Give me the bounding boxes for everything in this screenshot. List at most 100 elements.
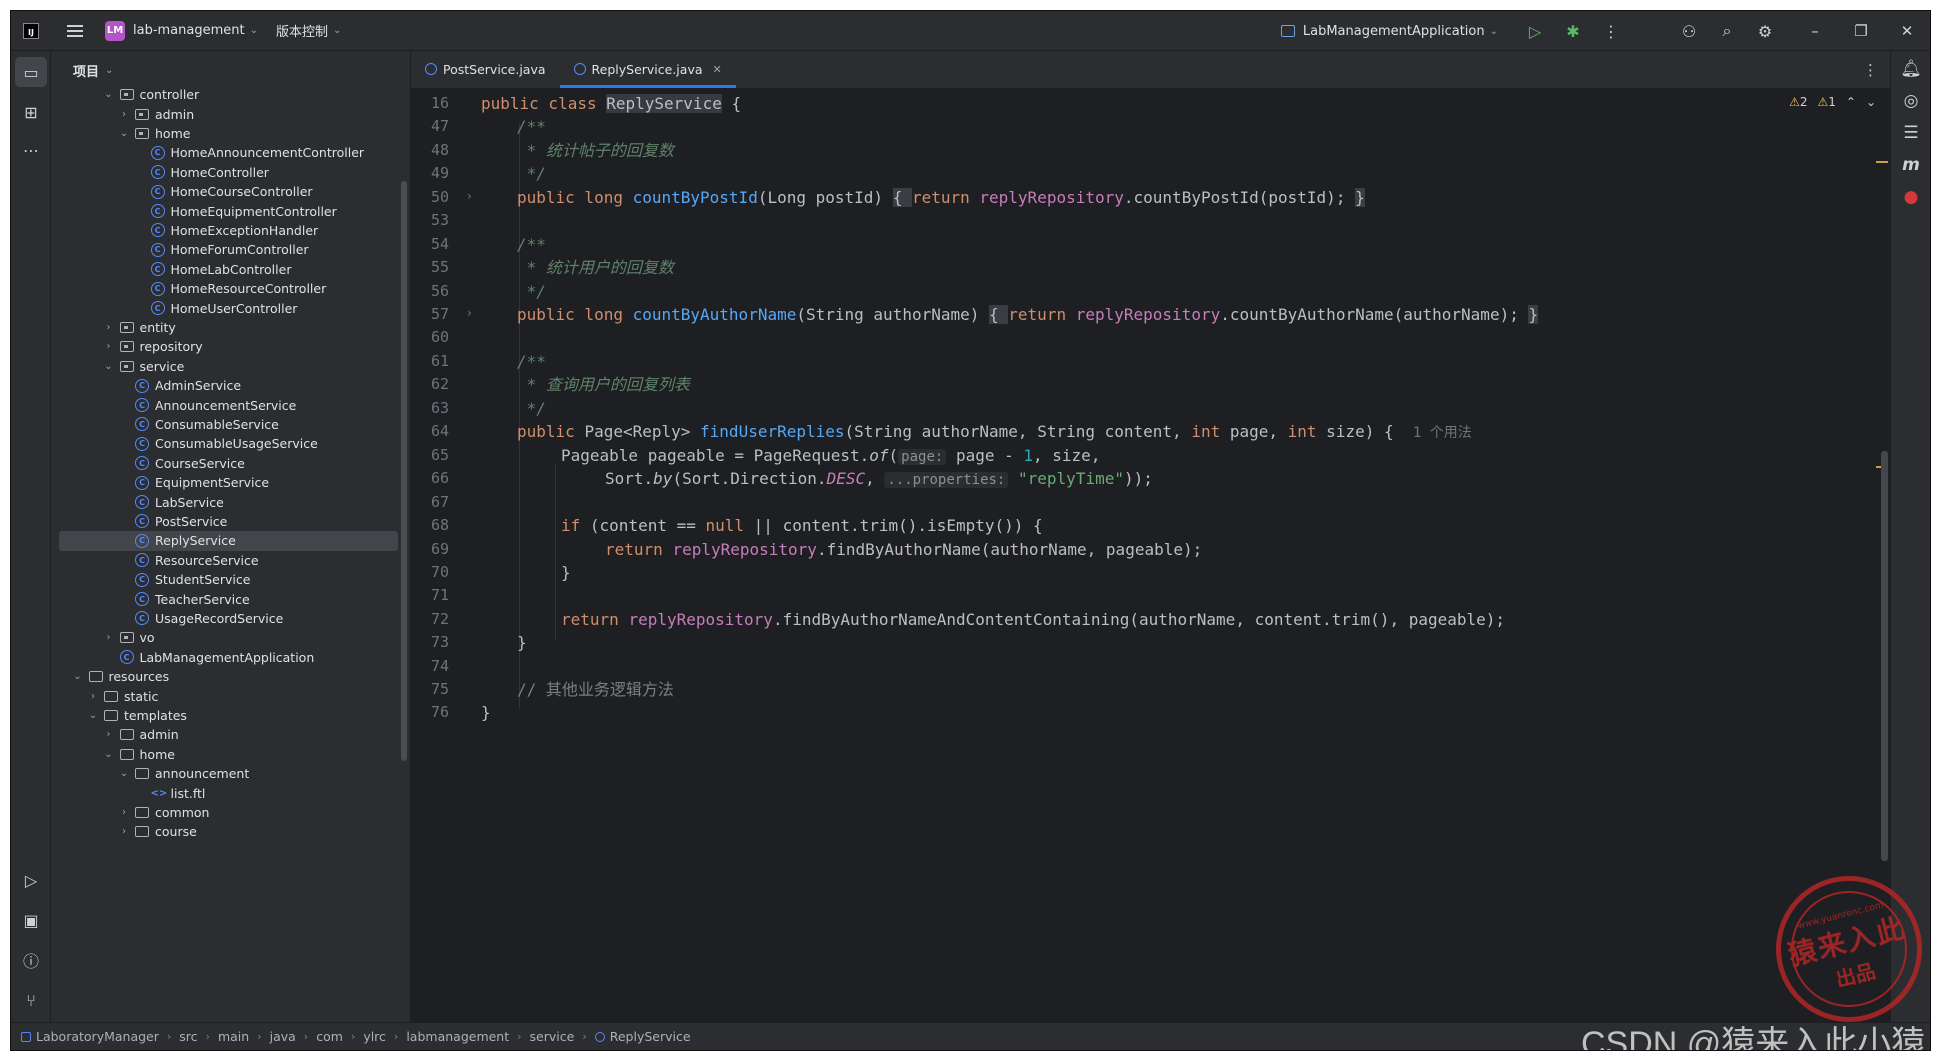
chevron-right-icon[interactable]: ›: [102, 322, 116, 333]
tree-folder-item[interactable]: › admin: [51, 104, 398, 123]
chevron-down-icon[interactable]: ⌄: [117, 768, 131, 779]
tree-file-item[interactable]: C ConsumableService: [51, 415, 398, 434]
chevron-right-icon[interactable]: ›: [102, 729, 116, 740]
restore-button[interactable]: ❐: [1838, 22, 1884, 40]
tree-folder-item[interactable]: › admin: [51, 725, 398, 744]
chevron-right-icon[interactable]: ›: [117, 109, 131, 120]
chevron-right-icon[interactable]: ›: [86, 691, 100, 702]
chevron-down-icon[interactable]: ⌄: [102, 749, 116, 760]
chevron-right-icon[interactable]: ›: [117, 826, 131, 837]
tree-file-item[interactable]: C TeacherService: [51, 589, 398, 608]
usages-inlay[interactable]: 1 个用法: [1413, 425, 1472, 441]
tree-file-item[interactable]: C PostService: [51, 512, 398, 531]
tree-folder-item[interactable]: › vo: [51, 628, 398, 647]
search-icon[interactable]: ⌕: [1708, 21, 1746, 41]
tree-folder-item[interactable]: ⌄ service: [51, 357, 398, 376]
chevron-down-icon[interactable]: ⌄: [117, 128, 131, 139]
run-configuration-dropdown[interactable]: LabManagementApplication ⌄: [1280, 24, 1498, 39]
chevron-right-icon[interactable]: ›: [117, 807, 131, 818]
project-badge[interactable]: LM: [105, 20, 125, 41]
vcs-dropdown[interactable]: 版本控制: [276, 21, 328, 40]
tree-file-item[interactable]: C AnnouncementService: [51, 395, 398, 414]
more-actions-icon[interactable]: ⋮: [1592, 22, 1630, 41]
code-with-me-icon[interactable]: ⚇: [1670, 22, 1708, 41]
breadcrumb-item[interactable]: java: [270, 1029, 296, 1044]
tree-file-item[interactable]: C UsageRecordService: [51, 609, 398, 628]
code-text-area[interactable]: public class ReplyService { /** * 统计帖子的回…: [481, 89, 1890, 1022]
tree-file-item[interactable]: C AdminService: [51, 376, 398, 395]
tab-options-icon[interactable]: ⋮: [1863, 61, 1878, 79]
tree-file-item[interactable]: C HomeController: [51, 163, 398, 182]
run-icon[interactable]: ▷: [1516, 22, 1554, 41]
debug-icon[interactable]: ✱: [1554, 22, 1592, 41]
chevron-down-icon[interactable]: ⌄: [102, 89, 116, 100]
tree-file-item[interactable]: C HomeForumController: [51, 240, 398, 259]
notifications-bell-icon[interactable]: 🔔︎: [1891, 59, 1930, 79]
tree-folder-item[interactable]: ⌄ controller: [51, 85, 398, 104]
settings-gear-icon[interactable]: ⚙: [1746, 22, 1784, 41]
more-tools-icon[interactable]: ⋯: [15, 135, 47, 165]
project-name-dropdown[interactable]: lab-management: [133, 23, 245, 38]
tree-file-item[interactable]: C HomeEquipmentController: [51, 201, 398, 220]
services-tool-icon[interactable]: ▷: [15, 865, 47, 895]
breadcrumb-item[interactable]: ylrc: [363, 1029, 386, 1044]
tree-folder-item[interactable]: › entity: [51, 318, 398, 337]
tree-folder-item[interactable]: ⌄ resources: [51, 667, 398, 686]
fold-expand-icon[interactable]: ›: [467, 189, 472, 203]
close-tab-icon[interactable]: ✕: [713, 63, 722, 76]
chevron-down-icon[interactable]: ⌄: [86, 710, 100, 721]
tree-file-item[interactable]: C CourseService: [51, 454, 398, 473]
chevron-down-icon[interactable]: ⌄: [102, 361, 116, 372]
tree-folder-item[interactable]: › static: [51, 686, 398, 705]
breadcrumb-item[interactable]: service: [530, 1029, 575, 1044]
tree-folder-item[interactable]: ⌄ home: [51, 745, 398, 764]
tree-file-item[interactable]: C LabManagementApplication: [51, 648, 398, 667]
project-tool-icon[interactable]: ▭: [15, 57, 47, 87]
tree-file-item[interactable]: C HomeUserController: [51, 298, 398, 317]
minimize-button[interactable]: –: [1792, 22, 1838, 40]
fold-expand-icon[interactable]: ›: [467, 306, 472, 320]
tree-file-item[interactable]: C ResourceService: [51, 551, 398, 570]
tree-file-item[interactable]: C HomeAnnouncementController: [51, 143, 398, 162]
tree-folder-item[interactable]: ⌄ templates: [51, 706, 398, 725]
breadcrumb-item[interactable]: LaboratoryManager: [36, 1029, 159, 1044]
ai-assistant-icon[interactable]: ◎: [1891, 91, 1930, 111]
chevron-right-icon[interactable]: ›: [102, 341, 116, 352]
tree-folder-item[interactable]: › repository: [51, 337, 398, 356]
tree-folder-item[interactable]: ⌄ announcement: [51, 764, 398, 783]
chevron-right-icon[interactable]: ›: [102, 632, 116, 643]
tree-folder-item[interactable]: › common: [51, 803, 398, 822]
tree-folder-item[interactable]: › course: [51, 822, 398, 841]
breadcrumb-item[interactable]: src: [179, 1029, 197, 1044]
breadcrumb-item[interactable]: main: [218, 1029, 249, 1044]
tab-reply-service[interactable]: ReplyService.java ✕: [559, 50, 736, 88]
tree-file-item[interactable]: C LabService: [51, 492, 398, 511]
project-scrollbar[interactable]: [401, 181, 407, 761]
error-stripe-mark[interactable]: [1876, 161, 1888, 163]
breadcrumb-item[interactable]: ReplyService: [610, 1029, 691, 1044]
tree-file-item[interactable]: C HomeCourseController: [51, 182, 398, 201]
tree-file-item[interactable]: C HomeExceptionHandler: [51, 221, 398, 240]
breadcrumb-item[interactable]: labmanagement: [406, 1029, 509, 1044]
git-tool-icon[interactable]: ⑂: [15, 985, 47, 1015]
tree-file-item[interactable]: <> list.ftl: [51, 783, 398, 802]
tree-file-item[interactable]: C HomeResourceController: [51, 279, 398, 298]
editor-scrollbar[interactable]: [1881, 451, 1888, 861]
structure-tool-icon[interactable]: ⊞: [15, 97, 47, 127]
breadcrumb-item[interactable]: com: [316, 1029, 343, 1044]
tree-file-item[interactable]: C StudentService: [51, 570, 398, 589]
chevron-down-icon[interactable]: ⌄: [71, 671, 85, 682]
close-window-button[interactable]: ✕: [1884, 22, 1930, 40]
tree-folder-item[interactable]: ⌄ home: [51, 124, 398, 143]
tree-file-item[interactable]: C HomeLabController: [51, 260, 398, 279]
main-menu-icon[interactable]: [67, 24, 83, 37]
tab-post-service[interactable]: PostService.java: [411, 50, 560, 88]
problems-tool-icon[interactable]: ⓘ: [15, 945, 47, 975]
database-icon[interactable]: ☰: [1891, 123, 1930, 143]
tree-file-item[interactable]: C ConsumableUsageService: [51, 434, 398, 453]
tree-file-item[interactable]: C EquipmentService: [51, 473, 398, 492]
plugin-bird-icon[interactable]: ●: [1891, 187, 1930, 207]
tree-file-item[interactable]: C ReplyService: [59, 531, 398, 551]
project-panel-header[interactable]: 项目 ⌄: [51, 51, 410, 89]
terminal-tool-icon[interactable]: ▣: [15, 905, 47, 935]
